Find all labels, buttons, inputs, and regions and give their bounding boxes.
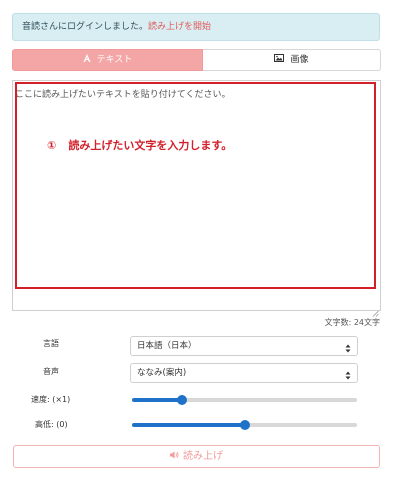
pitch-slider-thumb[interactable] xyxy=(239,420,250,430)
annotation-text: 読み上げたい文字を入力します。 xyxy=(68,139,233,152)
speaker-icon xyxy=(170,446,179,467)
voice-select[interactable]: ななみ(案内) xyxy=(130,363,358,383)
resize-grip-icon[interactable] xyxy=(372,302,379,317)
select-arrows-icon xyxy=(345,369,351,380)
language-label: 言語 xyxy=(43,339,59,348)
voice-label: 音声 xyxy=(43,367,59,376)
voice-select-value: ななみ(案内) xyxy=(137,368,187,378)
annotation-highlight-box xyxy=(15,82,376,289)
tab-text-label: テキスト xyxy=(96,55,133,65)
alert-message: 音読さんにログインしました。 xyxy=(22,22,149,32)
speed-slider[interactable] xyxy=(132,395,357,405)
start-reading-link[interactable]: 読み上げを開始 xyxy=(148,22,211,32)
speak-button-label: 読み上げ xyxy=(183,451,223,462)
select-arrows-icon xyxy=(345,342,351,353)
input-mode-tabs: テキスト 画像 xyxy=(12,49,381,71)
character-count: 文字数: 24文字 xyxy=(324,318,380,327)
image-icon xyxy=(274,50,285,70)
language-select-value: 日本語（日本） xyxy=(137,341,197,351)
speak-button[interactable]: 読み上げ xyxy=(13,445,380,468)
login-alert: 音読さんにログインしました。読み上げを開始 xyxy=(12,13,380,41)
pitch-slider[interactable] xyxy=(132,420,357,430)
font-icon xyxy=(83,50,91,70)
tab-image-label: 画像 xyxy=(290,55,309,65)
pitch-label: 高低: (0) xyxy=(35,420,68,429)
annotation-callout: ① 読み上げたい文字を入力します。 xyxy=(47,137,232,153)
pitch-slider-fill xyxy=(132,423,245,427)
tab-text[interactable]: テキスト xyxy=(12,49,203,71)
speed-slider-fill xyxy=(132,398,182,402)
language-select[interactable]: 日本語（日本） xyxy=(130,336,358,356)
tab-image[interactable]: 画像 xyxy=(203,49,381,71)
speed-slider-thumb[interactable] xyxy=(176,395,187,405)
annotation-number: ① xyxy=(47,139,57,152)
speed-label: 速度: (×1) xyxy=(31,395,71,404)
